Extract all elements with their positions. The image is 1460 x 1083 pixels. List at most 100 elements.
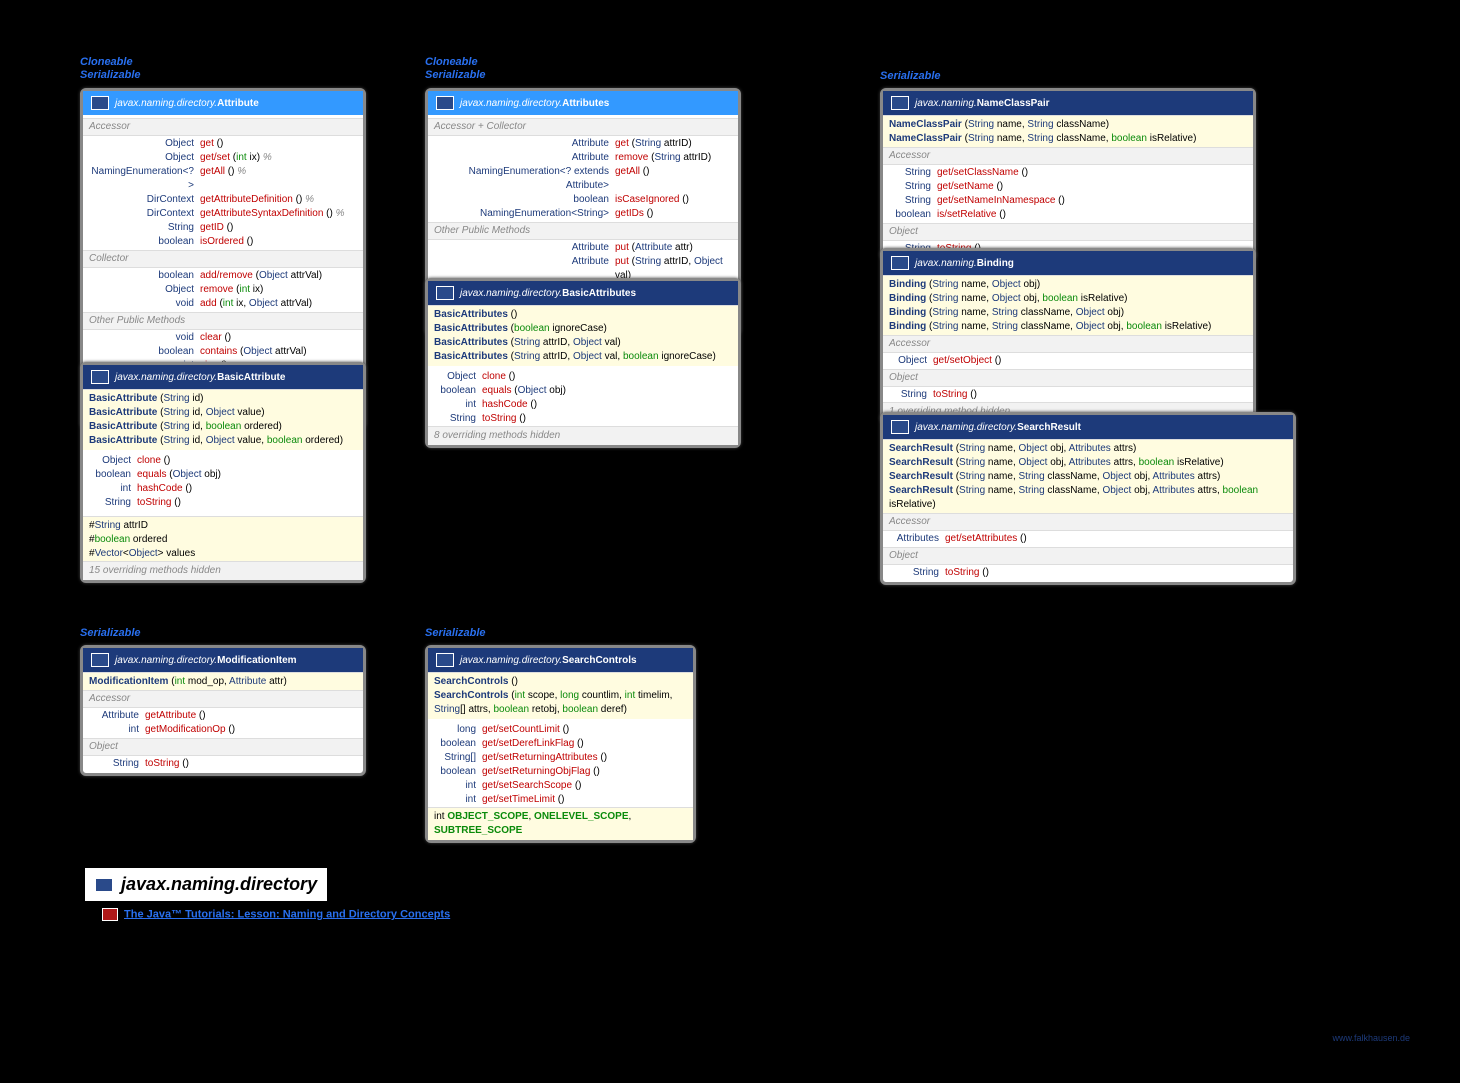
constructor-row: BasicAttributes (String attrID, Object v… (434, 350, 732, 364)
constructor-row: BasicAttribute (String id, Object value,… (89, 434, 357, 448)
hidden-note: 15 overriding methods hidden (83, 561, 363, 580)
method-row: Objectget () (89, 137, 357, 151)
method-row: inthashCode () (89, 482, 357, 496)
section-label: Accessor (883, 335, 1253, 353)
constructor-row: SearchResult (String name, String classN… (889, 470, 1287, 484)
interface-icon (91, 96, 109, 110)
method-row: DirContextgetAttributeDefinition () % (89, 193, 357, 207)
constructor-row: BasicAttribute (String id) (89, 392, 357, 406)
card-nameclasspair: javax.naming.NameClassPair NameClassPair… (880, 88, 1256, 261)
constructor-row: Binding (String name, Object obj) (889, 278, 1247, 292)
iface-serializable: Serializable (80, 69, 141, 81)
interfaces: Serializable (880, 70, 941, 83)
method-row: booleanisOrdered () (89, 235, 357, 249)
card-header: javax.naming.directory.BasicAttribute (83, 365, 363, 389)
section-label: Accessor (883, 147, 1253, 165)
method-row: voidadd (int ix, Object attrVal) (89, 297, 357, 311)
card-basicattributes: javax.naming.directory.BasicAttributes B… (425, 278, 741, 448)
constructors: BasicAttribute (String id)BasicAttribute… (83, 389, 363, 450)
section-label: Other Public Methods (428, 222, 738, 240)
interfaces: Cloneable Serializable (80, 56, 141, 82)
section-label: Accessor + Collector (428, 118, 738, 136)
method-row: voidclear () (89, 331, 357, 345)
method-row: intgetModificationOp () (89, 723, 357, 737)
card-header: javax.naming.directory.Attributes (428, 91, 738, 115)
method-row: StringtoString () (889, 566, 1287, 580)
iface-cloneable: Cloneable (80, 56, 141, 68)
card-body: SearchControls ()SearchControls (int sco… (428, 672, 693, 840)
constructor-row: BasicAttribute (String id, Object value) (89, 406, 357, 420)
card-searchcontrols: javax.naming.directory.SearchControls Se… (425, 645, 696, 843)
method-row: booleanisCaseIgnored () (434, 193, 732, 207)
method-row: booleanget/setDerefLinkFlag () (434, 737, 687, 751)
class-icon (91, 370, 109, 384)
class-icon (436, 653, 454, 667)
constructors: NameClassPair (String name, String class… (883, 115, 1253, 148)
constructors: SearchControls ()SearchControls (int sco… (428, 672, 693, 719)
class-icon (436, 286, 454, 300)
card-header: javax.naming.directory.BasicAttributes (428, 281, 738, 305)
iface-cloneable: Cloneable (425, 56, 486, 68)
method-row: booleanequals (Object obj) (89, 468, 357, 482)
constructor-row: SearchResult (String name, Object obj, A… (889, 456, 1287, 470)
method-row: Attributeget (String attrID) (434, 137, 732, 151)
method-row: booleanis/setRelative () (889, 208, 1247, 222)
card-searchresult: javax.naming.directory.SearchResult Sear… (880, 412, 1296, 585)
watermark: www.falkhausen.de (1332, 1033, 1410, 1043)
constructor-row: Binding (String name, String className, … (889, 320, 1247, 334)
method-row: Stringget/setNameInNamespace () (889, 194, 1247, 208)
constructor-row: NameClassPair (String name, String class… (889, 132, 1247, 146)
constructor-row: SearchResult (String name, Object obj, A… (889, 442, 1287, 456)
section-label: Accessor (83, 690, 363, 708)
section-label: Object (883, 369, 1253, 387)
oracle-icon (102, 908, 118, 921)
method-row: NamingEnumeration<String>getIDs () (434, 207, 732, 221)
uml-diagram: Cloneable Serializable javax.naming.dire… (30, 30, 1430, 1053)
method-row: NamingEnumeration<?>getAll () % (89, 165, 357, 193)
method-row: inthashCode () (434, 398, 732, 412)
method-row: DirContextgetAttributeSyntaxDefinition (… (89, 207, 357, 221)
iface-serializable: Serializable (880, 70, 941, 82)
class-icon (891, 420, 909, 434)
method-row: Objectclone () (434, 370, 732, 384)
constructor-row: BasicAttributes () (434, 308, 732, 322)
method-row: booleancontains (Object attrVal) (89, 345, 357, 359)
method-row: Attributesget/setAttributes () (889, 532, 1287, 546)
card-body: SearchResult (String name, Object obj, A… (883, 439, 1293, 582)
interfaces: Cloneable Serializable (425, 56, 486, 82)
interfaces: Serializable (425, 627, 486, 640)
method-row: NamingEnumeration<? extends Attribute>ge… (434, 165, 732, 193)
iface-serializable: Serializable (80, 627, 141, 639)
section-label: Object (883, 223, 1253, 241)
card-header: javax.naming.directory.Attribute (83, 91, 363, 115)
card-header: javax.naming.NameClassPair (883, 91, 1253, 115)
method-row: String[]get/setReturningAttributes () (434, 751, 687, 765)
package-icon (95, 878, 113, 892)
method-row: Objectget/setObject () (889, 354, 1247, 368)
method-row: Objectclone () (89, 454, 357, 468)
method-row: booleanget/setReturningObjFlag () (434, 765, 687, 779)
card-basicattribute: javax.naming.directory.BasicAttribute Ba… (80, 362, 366, 583)
constructor-row: NameClassPair (String name, String class… (889, 118, 1247, 132)
method-row: Attributeremove (String attrID) (434, 151, 732, 165)
method-row: StringtoString () (889, 388, 1247, 402)
hidden-note: 8 overriding methods hidden (428, 426, 738, 445)
section-label: Accessor (83, 118, 363, 136)
iface-serializable: Serializable (425, 69, 486, 81)
method-row: AttributegetAttribute () (89, 709, 357, 723)
interfaces: Serializable (80, 627, 141, 640)
method-row: intget/setTimeLimit () (434, 793, 687, 807)
interface-icon (436, 96, 454, 110)
card-header: javax.naming.Binding (883, 251, 1253, 275)
constants: int OBJECT_SCOPE, ONELEVEL_SCOPE, SUBTRE… (428, 807, 693, 840)
section-label: Accessor (883, 513, 1293, 531)
tutorial-link[interactable]: The Java™ Tutorials: Lesson: Naming and … (102, 908, 450, 921)
constructor-row: BasicAttributes (boolean ignoreCase) (434, 322, 732, 336)
card-header: javax.naming.directory.ModificationItem (83, 648, 363, 672)
class-icon (891, 256, 909, 270)
iface-serializable: Serializable (425, 627, 486, 639)
constructors: ModificationItem (int mod_op, Attribute … (83, 672, 363, 691)
class-icon (891, 96, 909, 110)
constructor-row: Binding (String name, Object obj, boolea… (889, 292, 1247, 306)
section-label: Collector (83, 250, 363, 268)
